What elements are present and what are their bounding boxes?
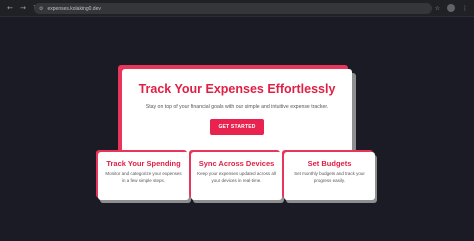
feature-description: Monitor and categorize your expenses in …	[105, 171, 182, 183]
feature-description: Set monthly budgets and track your progr…	[294, 171, 365, 183]
toolbar-right-icons: ☆ ⋮	[435, 3, 468, 14]
site-info-icon[interactable]: ⚙	[39, 6, 43, 12]
profile-avatar-icon[interactable]	[447, 4, 455, 12]
feature-title: Set Budgets	[307, 159, 352, 168]
address-bar[interactable]: ⚙ expenses.kolaking0.dev	[34, 3, 432, 14]
star-icon[interactable]: ☆	[435, 3, 440, 14]
browser-toolbar: ← → ↻ ⚙ expenses.kolaking0.dev ☆ ⋮	[0, 0, 474, 17]
hero-subtitle: Stay on top of your financial goals with…	[145, 104, 329, 110]
menu-dots-icon[interactable]: ⋮	[462, 3, 468, 14]
back-arrow-icon[interactable]: ←	[5, 3, 15, 13]
feature-description: Keep your expenses updated across all yo…	[197, 171, 276, 183]
get-started-button[interactable]: GET STARTED	[210, 119, 264, 135]
feature-title: Track Your Spending	[106, 159, 181, 168]
forward-arrow-icon[interactable]: →	[18, 3, 28, 13]
feature-card-set-budgets: Set Budgets Set monthly budgets and trac…	[284, 152, 375, 200]
page-content: Track Your Expenses Effortlessly Stay on…	[0, 17, 474, 241]
feature-card-sync-devices: Sync Across Devices Keep your expenses u…	[191, 152, 282, 200]
hero-card: Track Your Expenses Effortlessly Stay on…	[122, 69, 352, 157]
hero-title: Track Your Expenses Effortlessly	[138, 82, 336, 96]
feature-title: Sync Across Devices	[198, 159, 275, 168]
feature-card-track-spending: Track Your Spending Monitor and categori…	[98, 152, 189, 200]
url-text[interactable]: expenses.kolaking0.dev	[47, 6, 100, 12]
